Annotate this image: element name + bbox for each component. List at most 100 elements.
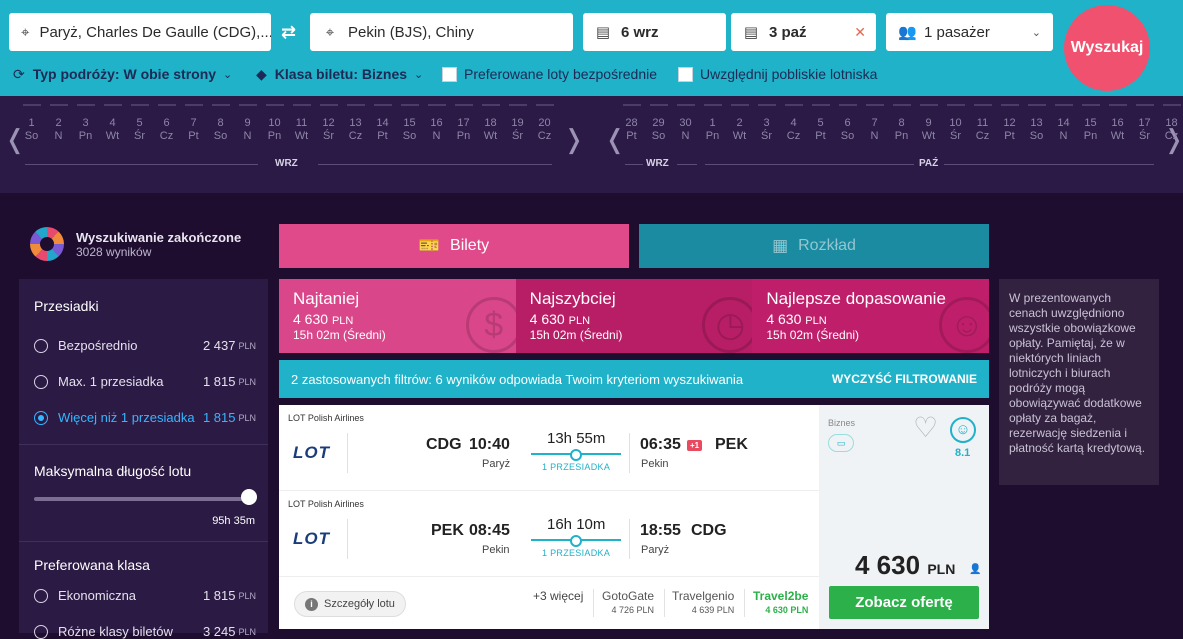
sort-cheapest[interactable]: $ Najtaniej 4 630 PLN 15h 02m (Średni) — [279, 279, 516, 353]
clear-return-icon[interactable]: ✕ — [854, 24, 866, 41]
tab-schedule[interactable]: ▦ Rozkład — [639, 224, 989, 268]
departure-time: 08:45 — [469, 522, 510, 539]
passengers-field[interactable]: 👥 1 pasażer ⌄ — [886, 13, 1053, 51]
trip-type-dropdown[interactable]: ⟳ Typ podróży: W obie strony ⌄ — [13, 64, 232, 84]
stops-option-direct[interactable]: Bezpośrednio 2 437 PLN — [34, 338, 256, 353]
origin-field[interactable]: ⌖ Paryż, Charles De Gaulle (CDG),... — [9, 13, 271, 51]
sort-fastest[interactable]: ◷ Najszybciej 4 630 PLN 15h 02m (Średni) — [515, 279, 753, 353]
day-weekday: N — [432, 130, 441, 142]
day-number: 6 — [163, 117, 170, 129]
calendar-day[interactable]: 7 Pt — [180, 104, 207, 143]
duration-slider-handle[interactable] — [241, 489, 257, 505]
day-weekday: Pn — [705, 130, 720, 142]
calendar-day[interactable]: 20 Cz — [531, 104, 558, 143]
more-providers-link[interactable]: +3 więcej — [533, 589, 583, 603]
see-offer-button[interactable]: Zobacz ofertę — [829, 586, 979, 619]
calendar-day[interactable]: 4 Wt — [99, 104, 126, 143]
calendar-day[interactable]: 8 So — [207, 104, 234, 143]
calendar-day[interactable]: 18 Cz — [1158, 104, 1183, 143]
calendar-day[interactable]: 19 Śr — [504, 104, 531, 143]
calendar-day[interactable]: 2N — [45, 104, 72, 143]
day-weekday: Śr — [1139, 130, 1150, 142]
nearby-airports-label: Uwzględnij pobliskie lotniska — [700, 66, 878, 82]
day-price-bar — [1162, 104, 1181, 106]
calendar-day[interactable]: 15 So — [396, 104, 423, 143]
calendar-day[interactable]: 11 Cz — [969, 104, 996, 143]
calendar-day[interactable]: 30 N — [672, 104, 699, 143]
class-option-mixed[interactable]: Różne klasy biletów 3 245 PLN — [34, 624, 256, 639]
search-button[interactable]: Wyszukaj — [1064, 5, 1150, 91]
day-weekday: N — [870, 130, 879, 142]
calendar-day[interactable]: 4 Cz — [780, 104, 807, 143]
calendar-day[interactable]: 6 So — [834, 104, 861, 143]
provider-gotogate[interactable]: GotoGate 4 726 PLN — [602, 589, 654, 615]
calendar-day[interactable]: 14 N — [1050, 104, 1077, 143]
duration-slider-track[interactable] — [34, 497, 249, 501]
stops-option-max1[interactable]: Max. 1 przesiadka 1 815 PLN — [34, 374, 256, 389]
day-number: 6 — [844, 117, 851, 129]
checkbox-box[interactable] — [678, 66, 693, 82]
return-date-field[interactable]: ▤ 3 paź ✕ — [731, 13, 876, 51]
calendar-day[interactable]: 28 Pt — [618, 104, 645, 143]
calendar-day[interactable]: 12 Pt — [996, 104, 1023, 143]
day-number: 16 — [430, 117, 443, 129]
day-price-bar — [892, 104, 911, 106]
calendar-day[interactable]: 13 So — [1023, 104, 1050, 143]
calendar-day[interactable]: 10 Pn — [261, 104, 288, 143]
calendar-day[interactable]: 10 Śr — [942, 104, 969, 143]
route-line — [531, 449, 621, 461]
calendar-day[interactable]: 17 Pn — [450, 104, 477, 143]
radio-button[interactable] — [34, 338, 48, 353]
calendar-day[interactable]: 1 So — [18, 104, 45, 143]
stops-option-more[interactable]: Więcej niż 1 przesiadka 1 815 PLN — [34, 410, 256, 425]
calendar-day[interactable]: 7N — [861, 104, 888, 143]
sort-price-value: 4 630 — [293, 311, 329, 327]
calendar-day[interactable]: 9 Wt — [915, 104, 942, 143]
radio-button-selected[interactable] — [34, 410, 48, 425]
calendar-day[interactable]: 2 Wt — [726, 104, 753, 143]
calendar-day[interactable]: 5 Śr — [126, 104, 153, 143]
divider — [629, 433, 630, 473]
calendar-day[interactable]: 17 Śr — [1131, 104, 1158, 143]
calendar-day[interactable]: 1 Pn — [699, 104, 726, 143]
chevron-right-icon[interactable]: ❭ — [563, 124, 585, 155]
calendar-day[interactable]: 15 Pn — [1077, 104, 1104, 143]
location-pin-icon: ⌖ — [325, 23, 335, 41]
day-number: 5 — [817, 117, 824, 129]
depart-date-field[interactable]: ▤ 6 wrz — [583, 13, 726, 51]
day-weekday: N — [243, 130, 252, 142]
calendar-day[interactable]: 11 Wt — [288, 104, 315, 143]
day-price-bar — [238, 104, 257, 106]
swap-icon[interactable]: ⇄ — [281, 22, 296, 43]
calendar-day[interactable]: 6 Cz — [153, 104, 180, 143]
calendar-day[interactable]: 16 Wt — [1104, 104, 1131, 143]
calendar-day[interactable]: 5 Pt — [807, 104, 834, 143]
calendar-day[interactable]: 16 N — [423, 104, 450, 143]
clear-filters-button[interactable]: WYCZYŚĆ FILTROWANIE — [832, 372, 977, 386]
calendar-day[interactable]: 14 Pt — [369, 104, 396, 143]
calendar-day[interactable]: 3 Śr — [753, 104, 780, 143]
flight-details-button[interactable]: i Szczegóły lotu — [294, 591, 406, 617]
calendar-day[interactable]: 12 Śr — [315, 104, 342, 143]
tab-tickets[interactable]: 🎫 Bilety — [279, 224, 629, 268]
calendar-day[interactable]: 9N — [234, 104, 261, 143]
direct-flights-checkbox[interactable]: Preferowane loty bezpośrednie — [442, 64, 657, 84]
calendar-day[interactable]: 29 So — [645, 104, 672, 143]
day-price-bar — [784, 104, 803, 106]
destination-field[interactable]: ⌖ Pekin (BJS), Chiny — [310, 13, 573, 51]
calendar-day[interactable]: 13 Cz — [342, 104, 369, 143]
class-option-economy[interactable]: Ekonomiczna 1 815 PLN — [34, 588, 256, 603]
radio-button[interactable] — [34, 374, 48, 389]
heart-icon[interactable]: ♡ — [913, 414, 938, 442]
nearby-airports-checkbox[interactable]: Uwzględnij pobliskie lotniska — [678, 64, 877, 84]
sort-best[interactable]: ☺ Najlepsze dopasowanie 4 630 PLN 15h 02… — [752, 279, 990, 353]
calendar-day[interactable]: 8 Pn — [888, 104, 915, 143]
cabin-class-dropdown[interactable]: ◆ Klasa biletu: Biznes ⌄ — [256, 64, 423, 84]
calendar-day[interactable]: 18 Wt — [477, 104, 504, 143]
provider-travelgenio[interactable]: Travelgenio 4 639 PLN — [672, 589, 734, 615]
radio-button[interactable] — [34, 588, 48, 603]
calendar-day[interactable]: 3 Pn — [72, 104, 99, 143]
provider-travel2be[interactable]: Travel2be 4 630 PLN — [753, 589, 808, 615]
checkbox-box[interactable] — [442, 66, 457, 82]
radio-button[interactable] — [34, 624, 48, 639]
